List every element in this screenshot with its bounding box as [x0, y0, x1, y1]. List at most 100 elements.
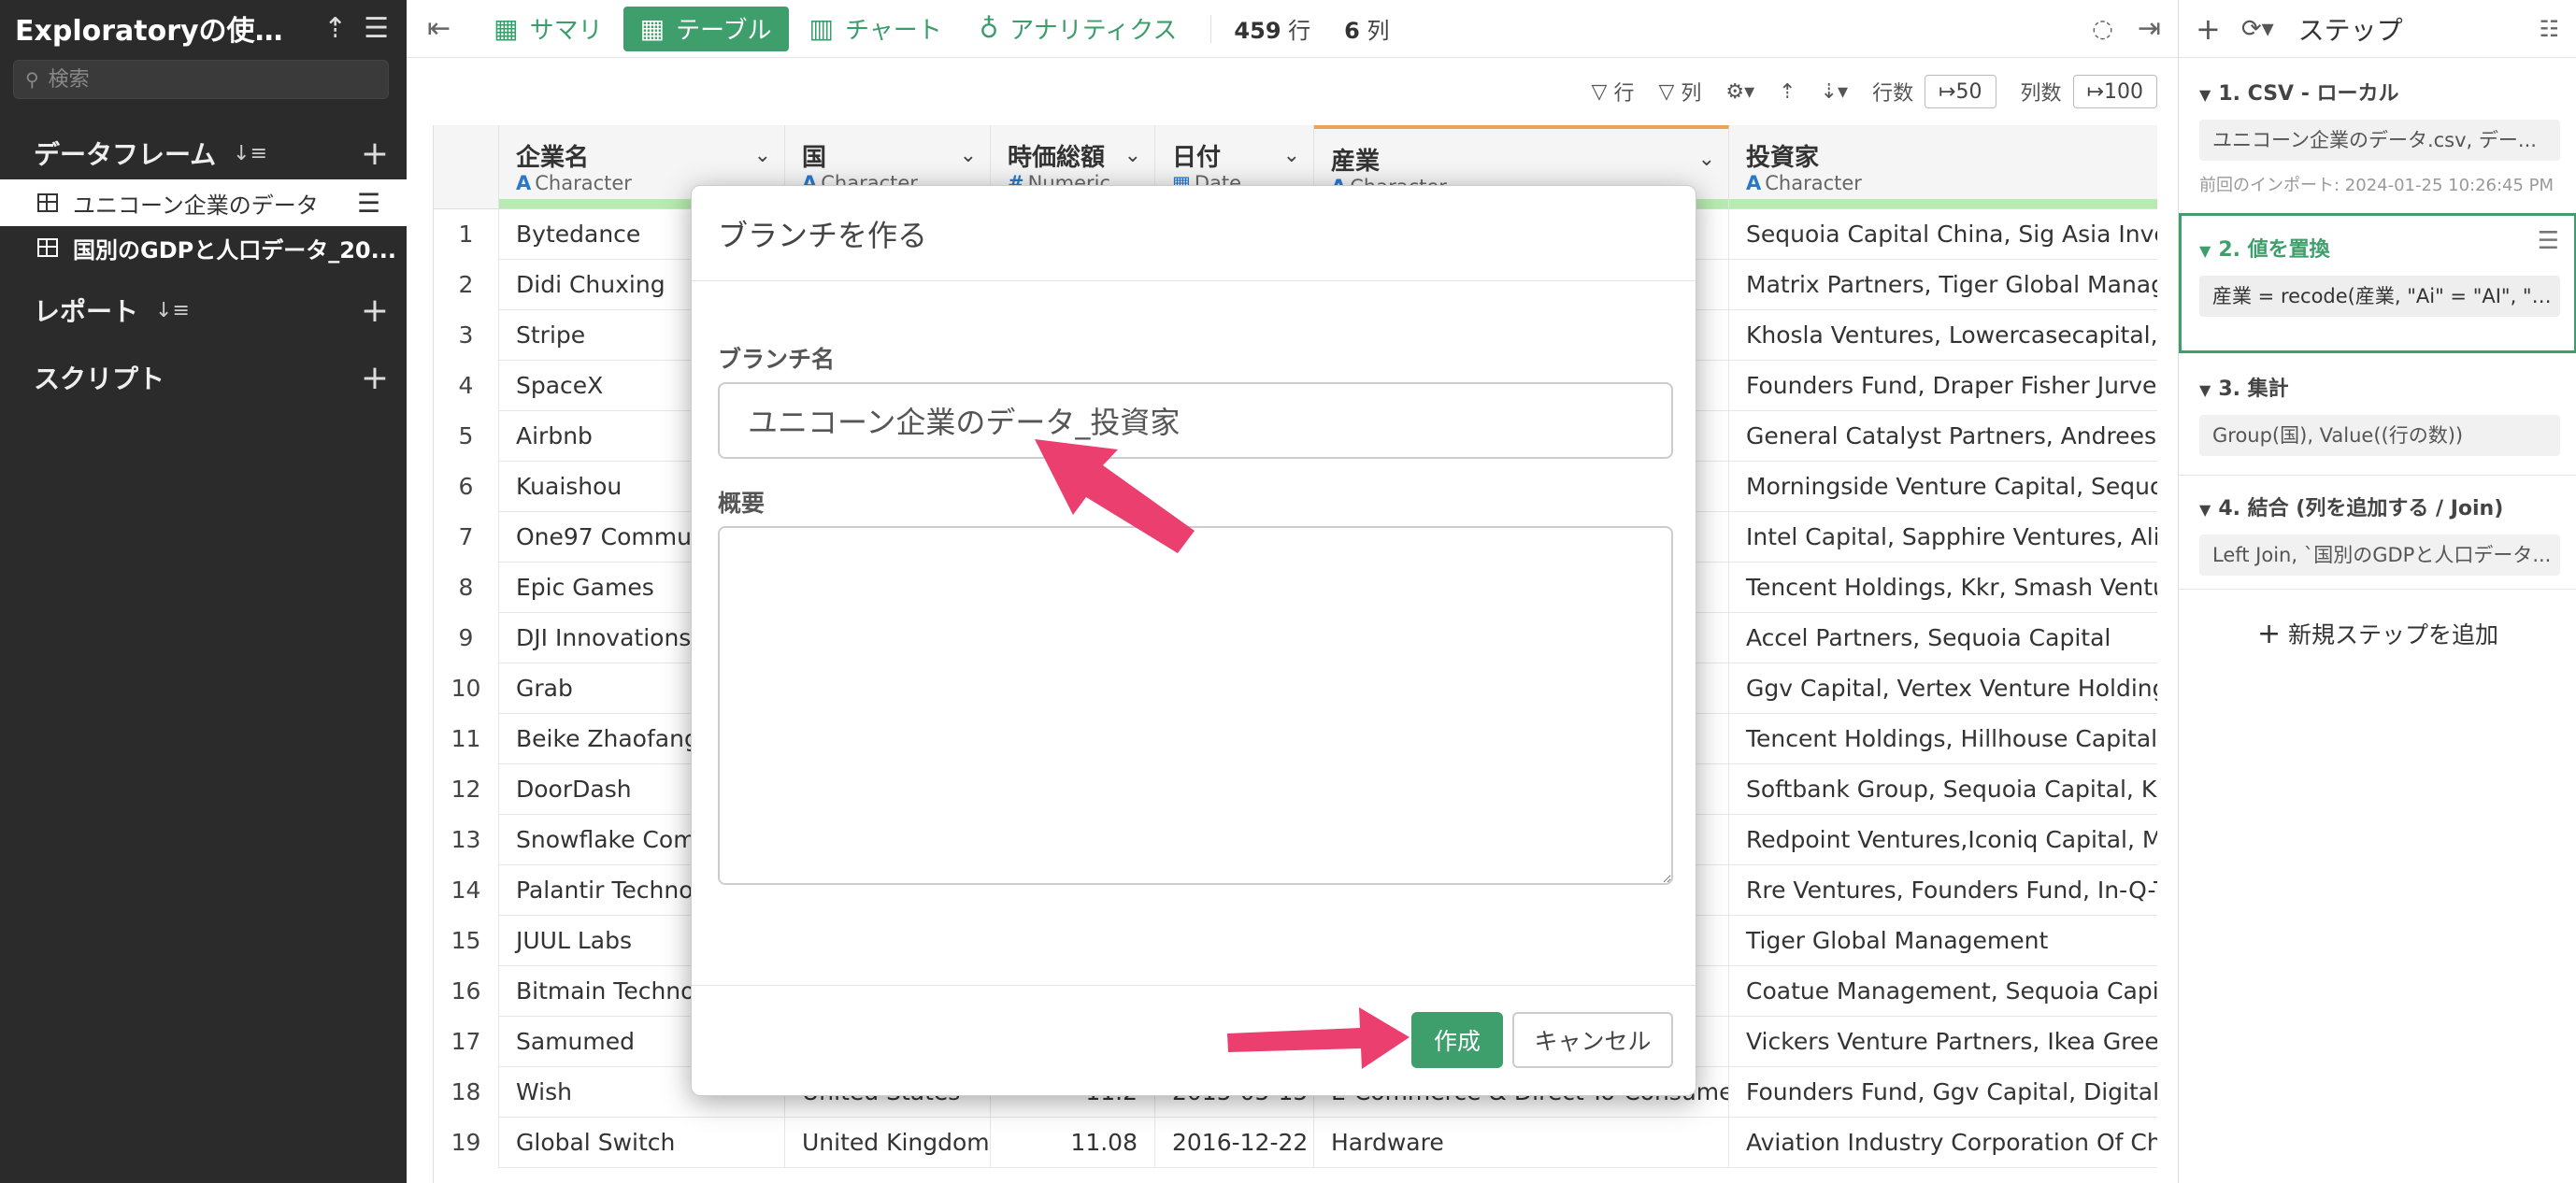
sidebar-item-dataframe[interactable]: ユニコーン企業のデータ ☰	[0, 179, 407, 226]
columns-input[interactable]: ↦ 100	[2072, 75, 2157, 108]
branch-name-input[interactable]	[718, 382, 1673, 459]
tab-table[interactable]: ▦ テーブル	[623, 6, 789, 51]
row-number: 7	[434, 512, 499, 563]
menu-icon[interactable]: ☰	[364, 12, 389, 45]
table-row: 19 Global Switch United Kingdom 11.08 2016-1…	[434, 1118, 2157, 1168]
step-item[interactable]: ▼ 3. 集計 Group(国), Value((行の数))	[2179, 372, 2576, 456]
table-cell[interactable]: Sequoia Capital China, Sig Asia Investme…	[1729, 209, 2157, 260]
table-cell[interactable]: General Catalyst Partners, Andreessen	[1729, 411, 2157, 462]
table-cell[interactable]: Coatue Management, Sequoia Capital	[1729, 966, 2157, 1017]
table-cell[interactable]: Founders Fund, Draper Fisher Jurvetson	[1729, 361, 2157, 411]
character-type-icon: A	[516, 172, 532, 194]
table-cell[interactable]: Softbank Group, Sequoia Capital, Khosla	[1729, 764, 2157, 815]
table-cell[interactable]: 2016-12-22	[1155, 1118, 1314, 1168]
row-number: 12	[434, 764, 499, 815]
chevron-down-icon[interactable]: ⌄	[1698, 148, 1715, 171]
table-cell[interactable]: Morningside Venture Capital, Sequoia Cap…	[1729, 462, 2157, 512]
refresh-icon[interactable]: ⟳▾	[2241, 15, 2274, 43]
table-cell[interactable]: Tiger Global Management	[1729, 916, 2157, 966]
table-cell[interactable]: Tencent Holdings, Hillhouse Capital Mana…	[1729, 714, 2157, 764]
row-number: 14	[434, 865, 499, 916]
table-cell[interactable]: Intel Capital, Sapphire Ventures, Alibab…	[1729, 512, 2157, 563]
table-cell[interactable]: United Kingdom	[785, 1118, 991, 1168]
add-step-button[interactable]: + 新規ステップを追加	[2179, 617, 2576, 650]
add-dataframe-icon[interactable]: +	[361, 135, 389, 173]
table-cell[interactable]: 11.08	[991, 1118, 1155, 1168]
project-title[interactable]: Exploratoryの使い方 ...	[15, 7, 307, 49]
summary-textarea[interactable]	[718, 526, 1673, 885]
step-item[interactable]: ▼ 1. CSV - ローカル ユニコーン企業のデータ.csv, デー... 前回…	[2179, 77, 2576, 196]
sort-icon[interactable]: ↓≡	[155, 299, 190, 322]
search-input[interactable]	[48, 67, 366, 92]
table-cell[interactable]: Global Switch	[499, 1118, 785, 1168]
collapse-sidebar-icon[interactable]: ⇤	[427, 12, 451, 45]
cancel-button[interactable]: キャンセル	[1512, 1012, 1673, 1068]
reports-label: レポート	[34, 296, 139, 327]
tab-summary[interactable]: ▦ サマリ	[477, 7, 619, 51]
sort-icon[interactable]: ↓≡	[233, 142, 267, 165]
column-header[interactable]: 投資家 A Character	[1729, 125, 2157, 209]
table-cell[interactable]: Rre Ventures, Founders Fund, In-Q-Tel	[1729, 865, 2157, 916]
divider	[1210, 14, 1212, 43]
steps-panel-header: + ⟳▾ ステップ ☷	[2179, 0, 2576, 58]
table-cell[interactable]: Tencent Holdings, Kkr, Smash Ventures	[1729, 563, 2157, 613]
reports-section-header: レポート ↓≡ +	[34, 290, 389, 331]
table-cell[interactable]: Founders Fund, Ggv Capital, Digital Sky	[1729, 1067, 2157, 1118]
plus-icon: +	[2256, 618, 2282, 650]
chevron-down-icon[interactable]: ⌄	[960, 144, 977, 167]
branch-name-label: ブランチ名	[718, 346, 836, 373]
add-report-icon[interactable]: +	[361, 292, 389, 330]
add-icon[interactable]: +	[2196, 11, 2221, 47]
step-menu-icon[interactable]: ☰	[2538, 227, 2559, 255]
rows-input[interactable]: ↦ 50	[1925, 75, 1996, 108]
upload-icon[interactable]: ⇡	[323, 12, 347, 45]
row-number: 9	[434, 613, 499, 663]
column-filter-button[interactable]: ▽ 列	[1658, 77, 1701, 107]
step-item[interactable]: ▼ 4. 結合 (列を追加する / Join) Left Join, `国別のGD…	[2179, 492, 2576, 576]
dialog-title: ブランチを作る	[692, 186, 1696, 281]
row-number: 19	[434, 1118, 499, 1168]
row-filter-button[interactable]: ▽ 行	[1592, 77, 1635, 107]
row-number-header	[434, 125, 499, 209]
rows-setting: 行数 ↦ 50	[1872, 75, 1996, 108]
table-cell[interactable]: Hardware	[1314, 1118, 1729, 1168]
table-cell[interactable]: Ggv Capital, Vertex Venture Holdings, So…	[1729, 663, 2157, 714]
table-cell[interactable]: Matrix Partners, Tiger Global Management	[1729, 260, 2157, 310]
settings-button[interactable]: ⚙ ▾	[1725, 80, 1754, 104]
tab-analytics[interactable]: ♁ アナリティクス	[963, 7, 1195, 51]
row-count: 459 行	[1234, 18, 1311, 44]
chevron-down-icon[interactable]: ⌄	[754, 144, 771, 167]
tab-chart[interactable]: ▥ チャート	[793, 7, 959, 51]
create-button[interactable]: 作成	[1411, 1012, 1503, 1068]
chevron-down-icon[interactable]: ⌄	[1283, 144, 1300, 167]
table-cell[interactable]: Vickers Venture Partners, Ikea Greentech	[1729, 1017, 2157, 1067]
row-number: 2	[434, 260, 499, 310]
row-number: 6	[434, 462, 499, 512]
step-item-active[interactable]: ▼ 2. 値を置換 ☰ 産業 = recode(産業, "Ai" = "AI", …	[2179, 213, 2576, 353]
table-cell[interactable]: Accel Partners, Sequoia Capital	[1729, 613, 2157, 663]
chevron-down-icon[interactable]: ⌄	[1124, 144, 1141, 167]
download-button[interactable]: ⇣ ▾	[1821, 80, 1848, 104]
triangle-down-icon: ▼	[2199, 381, 2211, 399]
row-number: 4	[434, 361, 499, 411]
search-icon: ⚲	[25, 68, 39, 91]
dataframes-section-header: データフレーム ↓≡ +	[34, 133, 389, 174]
character-type-icon: A	[1746, 172, 1762, 194]
steps-panel: + ⟳▾ ステップ ☷ ▼ 1. CSV - ローカル ユニコーン企業のデータ.c…	[2178, 0, 2576, 1183]
table-cell[interactable]: Khosla Ventures, Lowercasecapital, Capit…	[1729, 310, 2157, 361]
row-number: 1	[434, 209, 499, 260]
collapse-right-panel-icon[interactable]: ⇥	[2138, 12, 2161, 45]
dataframe-menu-icon[interactable]: ☰	[357, 188, 380, 219]
triangle-down-icon: ▼	[2199, 501, 2211, 519]
settings-sliders-icon[interactable]: ☷	[2539, 16, 2559, 42]
add-script-icon[interactable]: +	[361, 359, 389, 397]
dataframes-label: データフレーム	[34, 139, 217, 170]
row-number: 8	[434, 563, 499, 613]
summary-label: 概要	[718, 490, 766, 517]
export-icon[interactable]: ⇡	[1779, 80, 1796, 104]
sidebar-item-dataframe[interactable]: 国別のGDPと人口データ_20...	[0, 224, 407, 271]
comment-icon[interactable]: ◌	[2092, 15, 2113, 43]
table-cell[interactable]: Aviation Industry Corporation Of China	[1729, 1118, 2157, 1168]
table-cell[interactable]: Redpoint Ventures,Iconiq Capital, Madron…	[1729, 815, 2157, 865]
summary-icon: ▦	[494, 13, 519, 44]
